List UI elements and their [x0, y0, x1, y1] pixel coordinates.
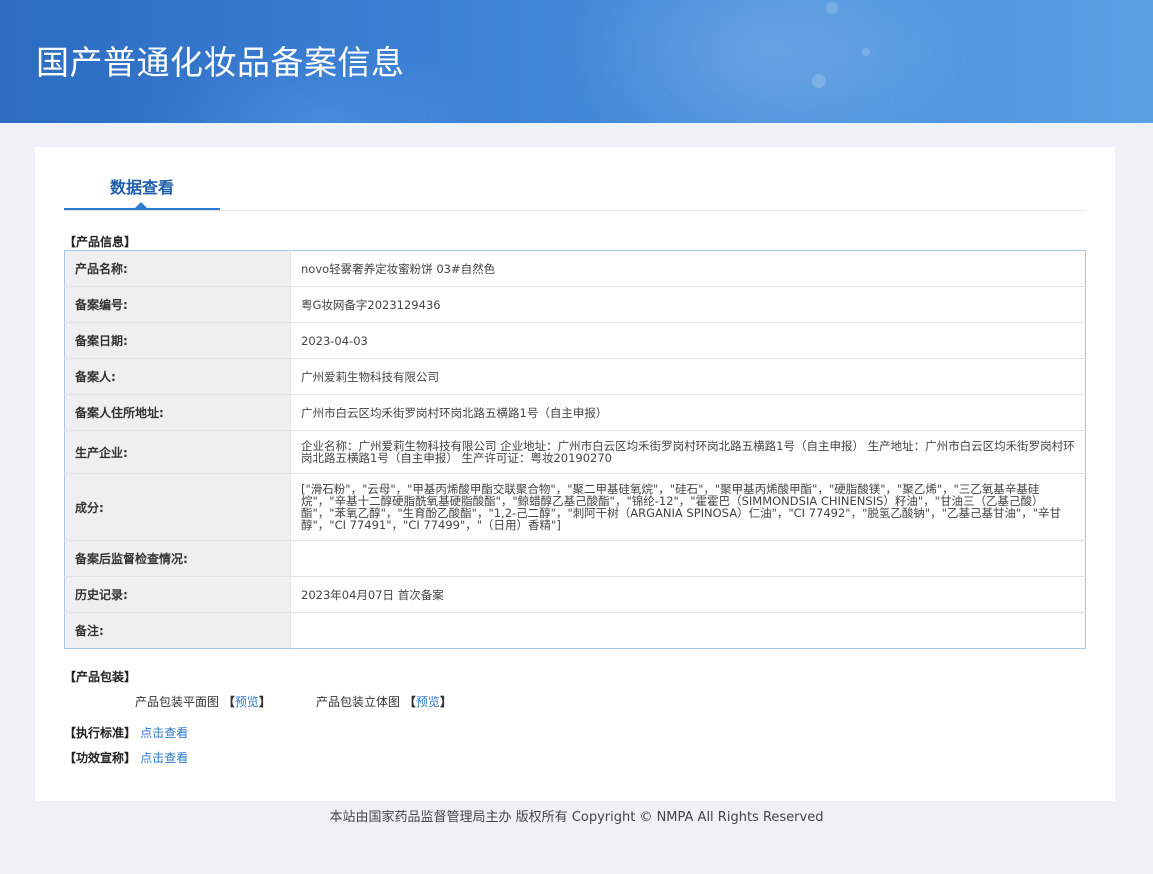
page-title: 国产普通化妆品备案信息 — [36, 43, 405, 82]
section-efficacy: 【功效宣称】 点击查看 — [64, 749, 188, 766]
section-product-info: 【产品信息】 — [64, 235, 137, 249]
table-row: 产品名称: novo轻雾奢养定妆蜜粉饼 03#自然色 — [64, 250, 1086, 287]
row-label: 生产企业: — [64, 430, 291, 474]
header-banner: 国产普通化妆品备案信息 — [0, 0, 1153, 123]
bracket-close: 】 — [439, 695, 452, 709]
section-packaging: 【产品包装】 — [64, 670, 137, 684]
standard-view-link[interactable]: 点击查看 — [140, 726, 188, 740]
table-row: 备案日期: 2023-04-03 — [64, 322, 1086, 359]
row-value: 企业名称：广州爱莉生物科技有限公司 企业地址：广州市白云区均禾街罗岗村环岗北路五… — [290, 430, 1086, 474]
table-row: 成分: ["滑石粉"，"云母"，"甲基丙烯酸甲酯交联聚合物"，"聚二甲基硅氧烷"… — [64, 473, 1086, 541]
bracket-close: 】 — [258, 695, 271, 709]
caret-up-icon — [135, 202, 147, 208]
row-label: 成分: — [64, 473, 291, 541]
row-value: 粤G妆网备字2023129436 — [290, 286, 1086, 323]
bracket-open: 【 — [222, 695, 235, 709]
tab-label: 数据查看 — [109, 178, 174, 197]
tab-data-view[interactable]: 数据查看 — [64, 147, 220, 210]
banner-glow — [560, 0, 980, 123]
table-row: 备案后监督检查情况: — [64, 540, 1086, 577]
table-row: 备案人住所地址: 广州市白云区均禾街罗岗村环岗北路五横路1号（自主申报） — [64, 394, 1086, 431]
row-label: 备案人: — [64, 358, 291, 395]
row-label: 备案日期: — [64, 322, 291, 359]
row-label: 备案编号: — [64, 286, 291, 323]
table-row: 备案人: 广州爱莉生物科技有限公司 — [64, 358, 1086, 395]
banner-dot — [812, 74, 826, 88]
row-value: 广州爱莉生物科技有限公司 — [290, 358, 1086, 395]
row-value: 广州市白云区均禾街罗岗村环岗北路五横路1号（自主申报） — [290, 394, 1086, 431]
row-value: 2023年04月07日 首次备案 — [290, 576, 1086, 613]
row-label: 备案人住所地址: — [64, 394, 291, 431]
table-row: 历史记录: 2023年04月07日 首次备案 — [64, 576, 1086, 613]
packaging-solid-preview-link[interactable]: 预览 — [416, 695, 440, 709]
section-standard-label: 【执行标准】 — [64, 726, 137, 740]
section-efficacy-label: 【功效宣称】 — [64, 751, 137, 765]
row-value — [290, 612, 1086, 649]
packaging-solid-label: 产品包装立体图 — [316, 695, 401, 709]
table-row: 生产企业: 企业名称：广州爱莉生物科技有限公司 企业地址：广州市白云区均禾街罗岗… — [64, 430, 1086, 474]
row-label: 产品名称: — [64, 250, 291, 287]
banner-dot — [862, 48, 870, 56]
table-row: 备案编号: 粤G妆网备字2023129436 — [64, 286, 1086, 323]
banner-dot — [826, 2, 838, 14]
packaging-solid: 产品包装立体图 【预览】 — [316, 693, 452, 710]
product-info-table: 产品名称: novo轻雾奢养定妆蜜粉饼 03#自然色 备案编号: 粤G妆网备字2… — [64, 250, 1086, 649]
content-card: 数据查看 【产品信息】 产品名称: novo轻雾奢养定妆蜜粉饼 03#自然色 备… — [35, 147, 1115, 801]
tab-bar: 数据查看 — [64, 147, 1086, 211]
footer: 本站由国家药品监督管理局主办 版权所有 Copyright © NMPA All… — [329, 810, 824, 825]
table-row: 备注: — [64, 612, 1086, 649]
bracket-open: 【 — [403, 695, 416, 709]
row-value: novo轻雾奢养定妆蜜粉饼 03#自然色 — [301, 261, 496, 276]
packaging-flat-preview-link[interactable]: 预览 — [235, 695, 259, 709]
row-label: 备注: — [64, 612, 291, 649]
row-label: 备案后监督检查情况: — [64, 540, 291, 577]
packaging-flat-label: 产品包装平面图 — [135, 695, 220, 709]
row-label: 历史记录: — [64, 576, 291, 613]
row-value: 2023-04-03 — [290, 322, 1086, 359]
section-standard: 【执行标准】 点击查看 — [64, 724, 188, 741]
packaging-flat: 产品包装平面图 【预览】 — [135, 693, 271, 710]
row-value — [290, 540, 1086, 577]
efficacy-view-link[interactable]: 点击查看 — [140, 751, 188, 765]
row-value: ["滑石粉"，"云母"，"甲基丙烯酸甲酯交联聚合物"，"聚二甲基硅氧烷"，"硅石… — [290, 473, 1086, 541]
